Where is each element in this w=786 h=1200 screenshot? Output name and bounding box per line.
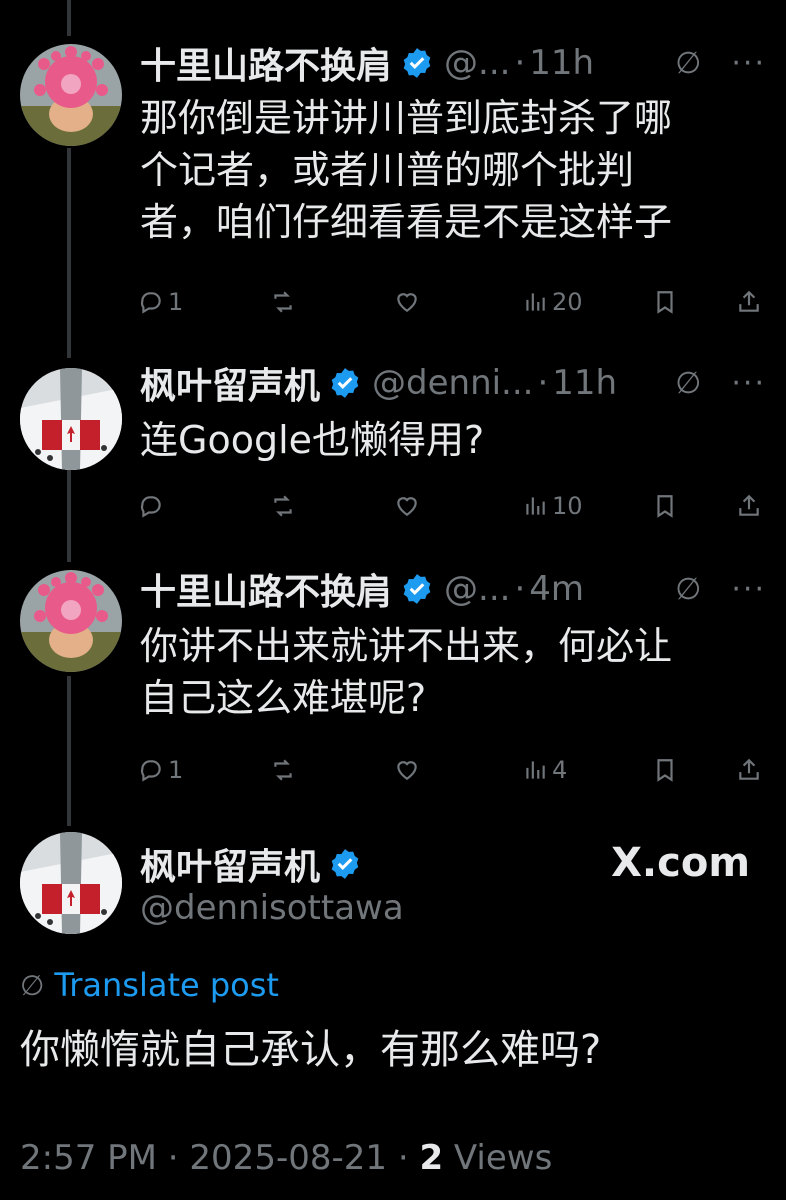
x-logo-watermark: X.com <box>611 840 750 886</box>
views-button[interactable]: 20 <box>522 288 583 316</box>
post-time[interactable]: 11h <box>552 363 617 403</box>
more-icon[interactable]: ··· <box>731 366 766 401</box>
avatar[interactable] <box>20 368 122 470</box>
share-button[interactable] <box>736 757 762 783</box>
bookmark-icon <box>657 495 673 518</box>
reply-count: 1 <box>168 288 184 316</box>
views-button[interactable]: 10 <box>522 492 583 520</box>
verified-badge-icon <box>328 847 362 881</box>
display-name[interactable]: 枫叶留声机 <box>140 838 320 890</box>
avatar[interactable] <box>20 832 122 934</box>
like-icon <box>397 293 417 312</box>
translate-label: Translate post <box>54 966 279 1004</box>
tweet-header: 枫叶留声机 @denni... · 11h ∅ ··· <box>140 358 766 408</box>
tweet-actions: 1 20 <box>138 282 766 322</box>
tweet-text: 连Google也懒得用? <box>140 414 746 466</box>
thread-line <box>67 0 71 36</box>
like-button[interactable] <box>394 289 420 315</box>
share-icon <box>739 494 759 516</box>
reply-button[interactable] <box>138 493 168 519</box>
more-icon[interactable]: ··· <box>731 572 766 607</box>
reply-count: 1 <box>168 756 184 784</box>
views-icon <box>526 761 545 779</box>
repost-button[interactable] <box>270 289 296 315</box>
verified-badge-icon <box>328 366 362 400</box>
more-icon[interactable]: ··· <box>731 46 766 81</box>
user-handle[interactable]: @dennisottawa <box>140 888 404 928</box>
display-name[interactable]: 枫叶留声机 <box>140 357 320 409</box>
post-timestamp[interactable]: 2:57 PM · 2025-08-21 · <box>20 1138 419 1178</box>
user-handle[interactable]: @... <box>444 569 510 609</box>
tweet-text-line: 个记者，或者川普的哪个批判 <box>140 148 635 192</box>
tweet-header: 十里山路不换肩 @... · 4m ∅ ··· <box>140 564 766 614</box>
avatar[interactable] <box>20 44 122 146</box>
post-time[interactable]: 11h <box>529 43 594 83</box>
main-post-text: 你懒惰就自己承认，有那么难吗? <box>20 1027 602 1073</box>
bookmark-button[interactable] <box>652 757 678 783</box>
separator-dot: · <box>514 569 526 609</box>
like-button[interactable] <box>394 757 420 783</box>
tweet-text: 那你倒是讲讲川普到底封杀了哪 个记者，或者川普的哪个批判 者，咱们仔细看看是不是… <box>140 92 746 248</box>
views-count: 10 <box>552 492 583 520</box>
grok-icon[interactable]: ∅ <box>675 366 701 401</box>
reply-button[interactable]: 1 <box>138 756 183 784</box>
verified-badge-icon <box>400 572 434 606</box>
like-icon <box>397 761 417 780</box>
tweet-actions: 10 <box>138 486 766 526</box>
views-count: 20 <box>552 288 583 316</box>
repost-icon <box>274 291 292 313</box>
tweet-text-line: 你讲不出来就讲不出来，何必让 <box>140 624 673 668</box>
main-post-name-row: 枫叶留声机 <box>140 838 372 890</box>
views-count: 2 <box>419 1138 444 1178</box>
grok-icon[interactable]: ∅ <box>675 572 701 607</box>
grok-icon[interactable]: ∅ <box>675 46 701 81</box>
main-post-header: 枫叶留声机 @dennisottawa X.com <box>0 828 786 938</box>
reply-tweet[interactable]: 枫叶留声机 @denni... · 11h ∅ ··· 连Google也懒得用?… <box>0 358 786 534</box>
like-icon <box>397 497 417 516</box>
tweet-text-line: 者，咱们仔细看看是不是这样子 <box>140 200 673 244</box>
reply-icon <box>140 496 161 518</box>
tweet-text-line: 连Google也懒得用? <box>140 418 485 462</box>
reply-icon <box>140 292 161 314</box>
repost-button[interactable] <box>270 493 296 519</box>
views-icon <box>526 497 545 515</box>
user-handle[interactable]: @denni... <box>372 363 533 403</box>
reply-tweet[interactable]: 十里山路不换肩 @... · 11h ∅ ··· 那你倒是讲讲川普到底封杀了哪 … <box>0 36 786 336</box>
bookmark-icon <box>657 759 673 782</box>
views-button[interactable]: 4 <box>522 756 567 784</box>
post-meta: 2:57 PM · 2025-08-21 · 2 Views <box>20 1138 552 1178</box>
reply-tweet[interactable]: 十里山路不换肩 @... · 4m ∅ ··· 你讲不出来就讲不出来，何必让 自… <box>0 564 786 804</box>
verified-badge-icon <box>400 46 434 80</box>
tweet-header: 十里山路不换肩 @... · 11h ∅ ··· <box>140 38 766 88</box>
tweet-text: 你讲不出来就讲不出来，何必让 自己这么难堪呢? <box>140 620 746 724</box>
bookmark-button[interactable] <box>652 289 678 315</box>
share-button[interactable] <box>736 289 762 315</box>
tweet-text-line: 那你倒是讲讲川普到底封杀了哪 <box>140 96 673 140</box>
avatar[interactable] <box>20 570 122 672</box>
views-icon <box>526 293 545 311</box>
display-name[interactable]: 十里山路不换肩 <box>140 563 392 615</box>
translate-post-link[interactable]: ∅ Translate post <box>20 966 279 1004</box>
views-count: 4 <box>552 756 568 784</box>
views-label: Views <box>443 1138 553 1178</box>
post-time[interactable]: 4m <box>529 569 584 609</box>
display-name[interactable]: 十里山路不换肩 <box>140 37 392 89</box>
bookmark-icon <box>657 291 673 314</box>
share-button[interactable] <box>736 493 762 519</box>
tweet-text-line: 自己这么难堪呢? <box>140 676 427 720</box>
bookmark-button[interactable] <box>652 493 678 519</box>
user-handle[interactable]: @... <box>444 43 510 83</box>
reply-icon <box>140 760 161 782</box>
share-icon <box>739 758 759 780</box>
share-icon <box>739 290 759 312</box>
tweet-actions: 1 4 <box>138 750 766 790</box>
separator-dot: · <box>537 363 549 403</box>
repost-icon <box>274 495 292 517</box>
repost-icon <box>274 759 292 781</box>
repost-button[interactable] <box>270 757 296 783</box>
separator-dot: · <box>514 43 526 83</box>
like-button[interactable] <box>394 493 420 519</box>
reply-button[interactable]: 1 <box>138 288 183 316</box>
translate-icon: ∅ <box>20 968 45 1002</box>
